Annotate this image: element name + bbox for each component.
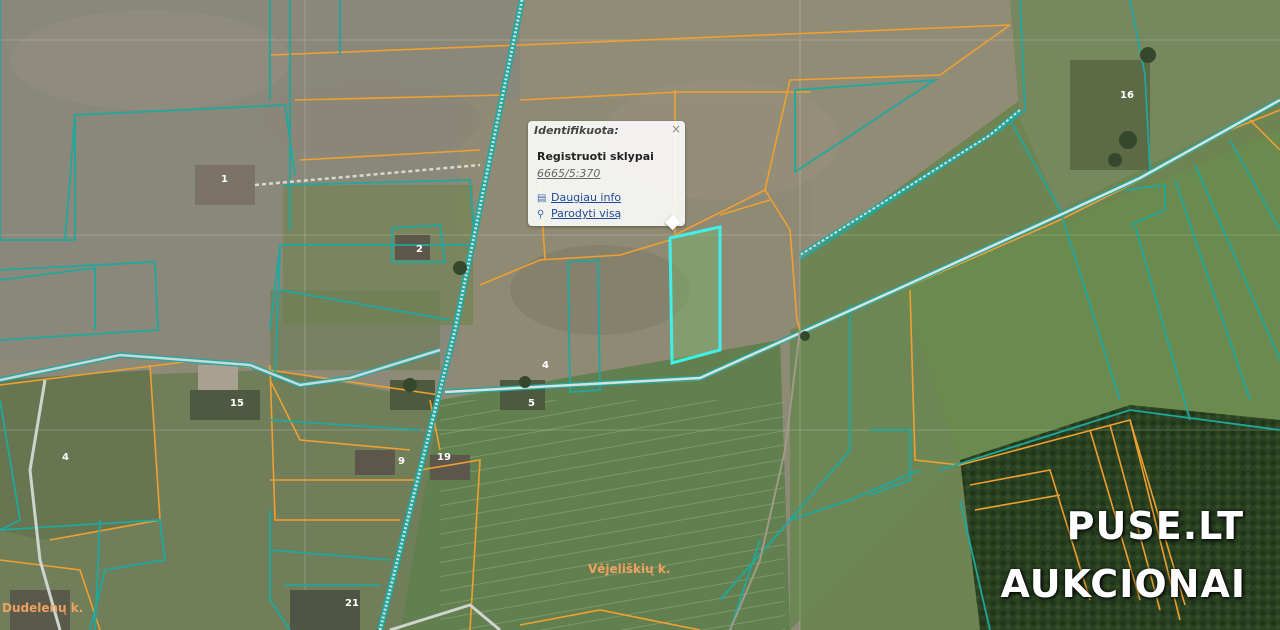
house-number: 15 xyxy=(230,398,244,409)
house-number: 4 xyxy=(542,360,549,371)
watermark-line: PUSE.LT xyxy=(1066,504,1244,548)
watermark-line: AUKCIONAI xyxy=(1000,562,1246,606)
selected-parcel[interactable] xyxy=(668,225,722,365)
house-number: 2 xyxy=(416,244,423,255)
house-number: 19 xyxy=(437,452,451,463)
village-label: Dudelenų k. xyxy=(2,601,83,615)
zoom-icon: ⚲ xyxy=(537,209,545,220)
house-number: 5 xyxy=(528,398,535,409)
house-number: 4 xyxy=(62,452,69,463)
more-info-link[interactable]: ▤ Daugiau info xyxy=(537,191,621,204)
document-icon: ▤ xyxy=(537,193,547,204)
more-info-label: Daugiau info xyxy=(551,191,622,204)
identify-popup: Identifikuota: × Registruoti sklypai 666… xyxy=(528,121,685,226)
village-label: Vėjeliškių k. xyxy=(588,562,670,576)
popup-layer-title: Registruoti sklypai xyxy=(537,150,654,163)
house-number: 16 xyxy=(1120,90,1134,101)
show-all-label: Parodyti visą xyxy=(551,207,622,220)
show-all-link[interactable]: ⚲ Parodyti visą xyxy=(537,207,621,220)
house-number: 21 xyxy=(345,598,359,609)
close-icon[interactable]: × xyxy=(671,122,681,136)
house-number: 1 xyxy=(221,174,228,185)
popup-header: Identifikuota: xyxy=(534,124,619,137)
parcel-id-link[interactable]: 6665/5:370 xyxy=(537,167,600,180)
house-number: 9 xyxy=(398,456,405,467)
